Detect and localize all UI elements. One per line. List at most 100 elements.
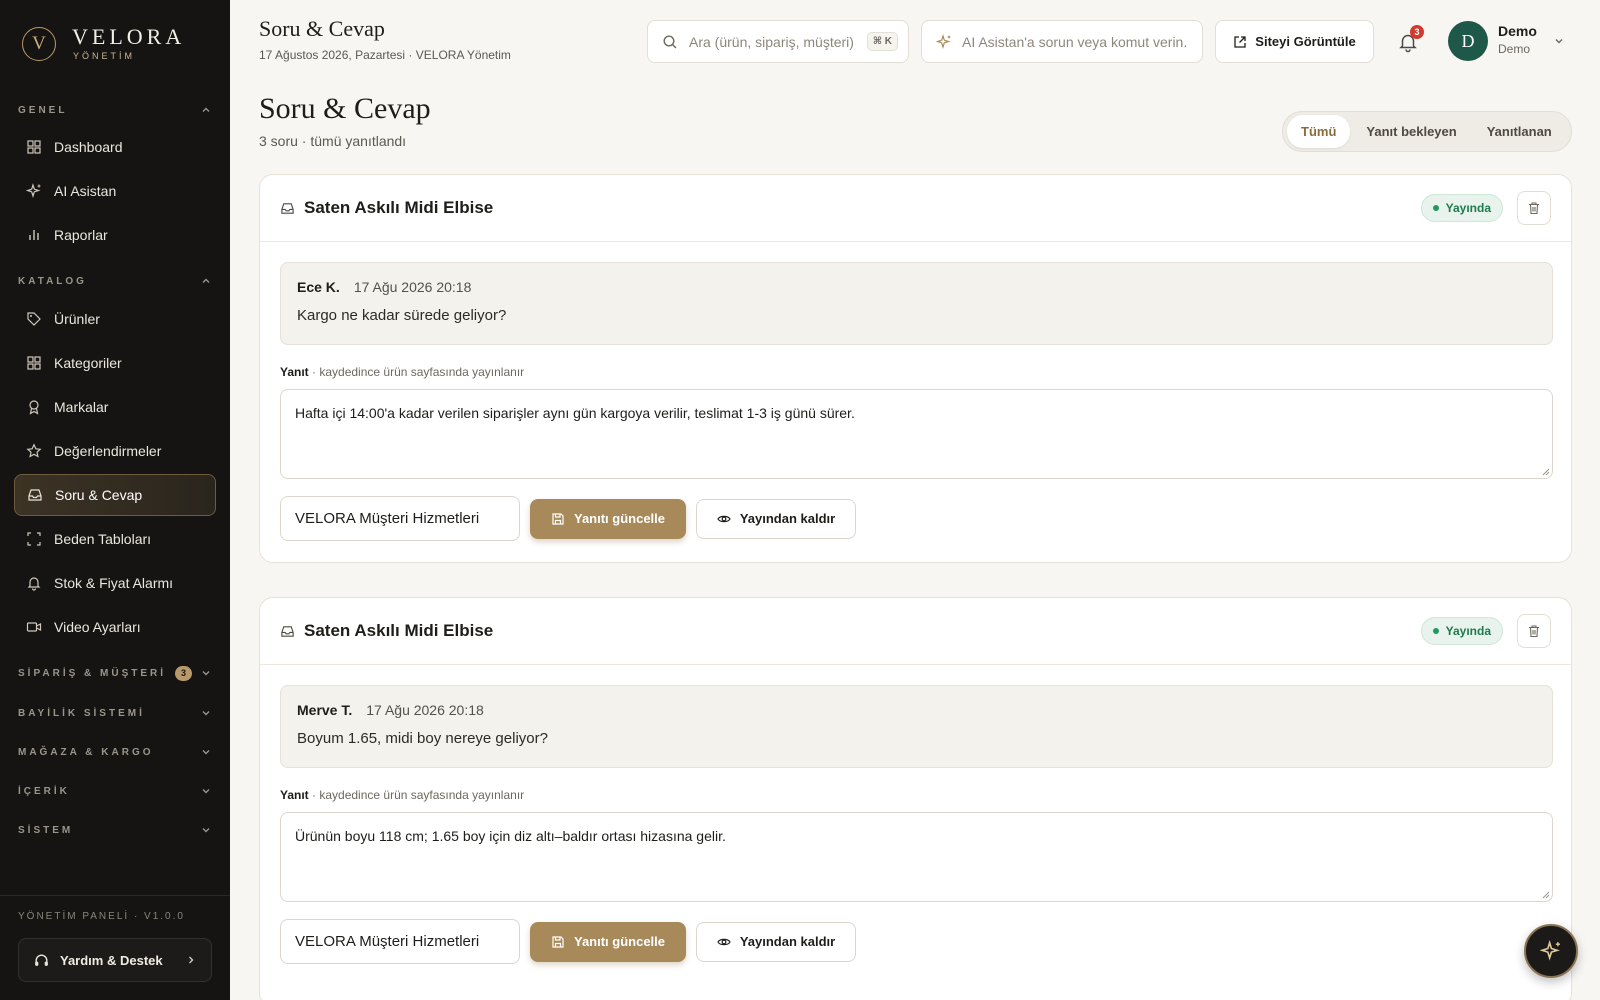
inbox-icon [281,202,294,214]
brand-name: VELORA [72,24,186,49]
page-subtitle: 3 soru · tümü yanıtlandı [259,133,407,149]
sidebar-item-soru-cevap[interactable]: Soru & Cevap [14,474,216,516]
ai-command-input[interactable]: AI Asistan'a sorun veya komut verin. [921,20,1203,63]
ai-assistant-fab[interactable] [1524,924,1578,978]
search-icon [663,34,677,48]
answer-textarea[interactable]: Ürünün boyu 118 cm; 1.65 boy için diz al… [280,812,1553,902]
question-text: Boyum 1.65, midi boy nereye geliyor? [297,730,548,747]
resize-handle-icon[interactable] [1542,891,1550,899]
sidebar-item-markalar[interactable]: Markalar [14,386,216,428]
chevron-down-icon [202,789,210,794]
user-name[interactable]: Demo [1498,23,1537,39]
section-icerik[interactable]: İÇERİK [18,781,212,801]
bar-chart-icon [29,230,39,240]
grid-icon [27,356,41,370]
chevron-down-icon [202,671,210,676]
question-date: 17 Ağu 2026 20:18 [353,279,472,295]
sidebar-item-ai-asistan[interactable]: AI Asistan [14,170,216,212]
product-name[interactable]: Saten Askılı Midi Elbise [304,621,493,641]
sparkle-icon [1540,940,1560,961]
status-dot [1432,205,1439,211]
section-siparis-musteri[interactable]: SİPARİŞ & MÜŞTERİ 3 [18,663,212,683]
ai-input-placeholder: AI Asistan'a sorun veya komut verin. [962,33,1188,50]
answer-label: Yanıt · kaydedince ürün sayfasında yayın… [280,365,525,379]
sparkle-icon [26,183,41,199]
trash-icon [1529,202,1539,215]
answer-textarea[interactable]: Hafta içi 14:00'a kadar verilen siparişl… [280,389,1553,479]
eye-icon [717,515,731,522]
save-icon [552,935,564,948]
signature-input[interactable]: VELORA Müşteri Hizmetleri [280,496,520,541]
grid-icon [27,140,41,154]
chevron-down-icon [202,711,210,716]
search-shortcut: ⌘ K [866,32,898,51]
logo-mark: V [22,26,56,61]
tab-tumu[interactable]: Tümü [1287,115,1351,148]
chevron-right-icon [189,956,194,964]
section-magaza-kargo[interactable]: MAĞAZA & KARGO [18,742,212,762]
question-card: Saten Askılı Midi Elbise Yayında Ece K. … [259,174,1572,563]
scan-icon [27,532,41,546]
sidebar-item-raporlar[interactable]: Raporlar [14,214,216,256]
video-icon [26,622,42,632]
header-title: Soru & Cevap [259,16,385,41]
eye-icon [717,938,731,945]
question-author: Merve T. [297,702,353,718]
question-box: Ece K. 17 Ağu 2026 20:18 Kargo ne kadar … [280,262,1553,345]
section-genel[interactable]: GENEL [18,100,212,120]
unpublish-button[interactable]: Yayından kaldır [696,921,856,962]
answer-label: Yanıt · kaydedince ürün sayfasında yayın… [280,788,525,802]
sparkle-icon [936,33,951,49]
section-katalog[interactable]: KATALOG [18,271,212,291]
question-text: Kargo ne kadar sürede geliyor? [297,307,507,324]
search-placeholder: Ara (ürün, sipariş, müşteri) [689,33,854,50]
bell-icon [27,577,41,591]
sidebar-item-stok-fiyat-alarmi[interactable]: Stok & Fiyat Alarmı [14,562,216,604]
brand-logo[interactable]: V VELORA YÖNETİM [22,26,185,61]
signature-input[interactable]: VELORA Müşteri Hizmetleri [280,919,520,964]
sidebar-item-dashboard[interactable]: Dashboard [14,126,216,168]
avatar[interactable]: D [1448,21,1488,61]
headset-icon [35,954,48,966]
orders-count-badge: 3 [175,665,192,681]
brand-subtitle: YÖNETİM [73,51,136,61]
resize-handle-icon[interactable] [1542,468,1550,476]
trash-icon [1529,625,1539,638]
section-bayilik[interactable]: BAYİLİK SİSTEMİ [18,703,212,723]
page-title: Soru & Cevap [259,92,431,125]
search-input[interactable]: Ara (ürün, sipariş, müşteri) ⌘ K [647,20,909,63]
view-site-button[interactable]: Siteyi Görüntüle [1215,20,1374,63]
sidebar-item-beden-tablolari[interactable]: Beden Tabloları [14,518,216,560]
inbox-icon [28,489,42,501]
chevron-down-icon [202,750,210,755]
delete-button[interactable] [1517,614,1551,648]
chevron-down-icon[interactable] [1553,35,1565,47]
update-answer-button[interactable]: Yanıtı güncelle [530,498,686,539]
section-sistem[interactable]: SİSTEM [18,820,212,840]
question-date: 17 Ağu 2026 20:18 [366,702,484,718]
help-support-button[interactable]: Yardım & Destek [18,938,212,982]
chevron-up-icon [202,107,210,112]
sidebar-item-kategoriler[interactable]: Kategoriler [14,342,216,384]
delete-button[interactable] [1517,191,1551,225]
tab-yanit-bekleyen[interactable]: Yanıt bekleyen [1352,115,1470,148]
save-icon [552,512,564,525]
unpublish-button[interactable]: Yayından kaldır [696,498,856,539]
star-icon [26,443,42,458]
sidebar-item-degerlendirmeler[interactable]: Değerlendirmeler [14,430,216,472]
filter-tabs: Tümü Yanıt bekleyen Yanıtlanan [1282,111,1572,152]
version-label: YÖNETİM PANELİ · V1.0.0 [18,911,185,922]
tab-yanitlanan[interactable]: Yanıtlanan [1473,115,1566,148]
header-subtitle: 17 Ağustos 2026, Pazartesi · VELORA Yöne… [259,48,511,62]
status-dot [1432,628,1439,634]
tag-icon [27,312,41,326]
chevron-up-icon [202,278,210,283]
sidebar-item-urunler[interactable]: Ürünler [14,298,216,340]
award-icon [29,400,39,415]
product-name[interactable]: Saten Askılı Midi Elbise [304,198,493,218]
status-badge: Yayında [1420,617,1503,645]
status-badge: Yayında [1420,194,1503,222]
update-answer-button[interactable]: Yanıtı güncelle [530,921,686,962]
user-role: Demo [1498,42,1531,56]
sidebar-item-video-ayarlari[interactable]: Video Ayarları [14,606,216,648]
